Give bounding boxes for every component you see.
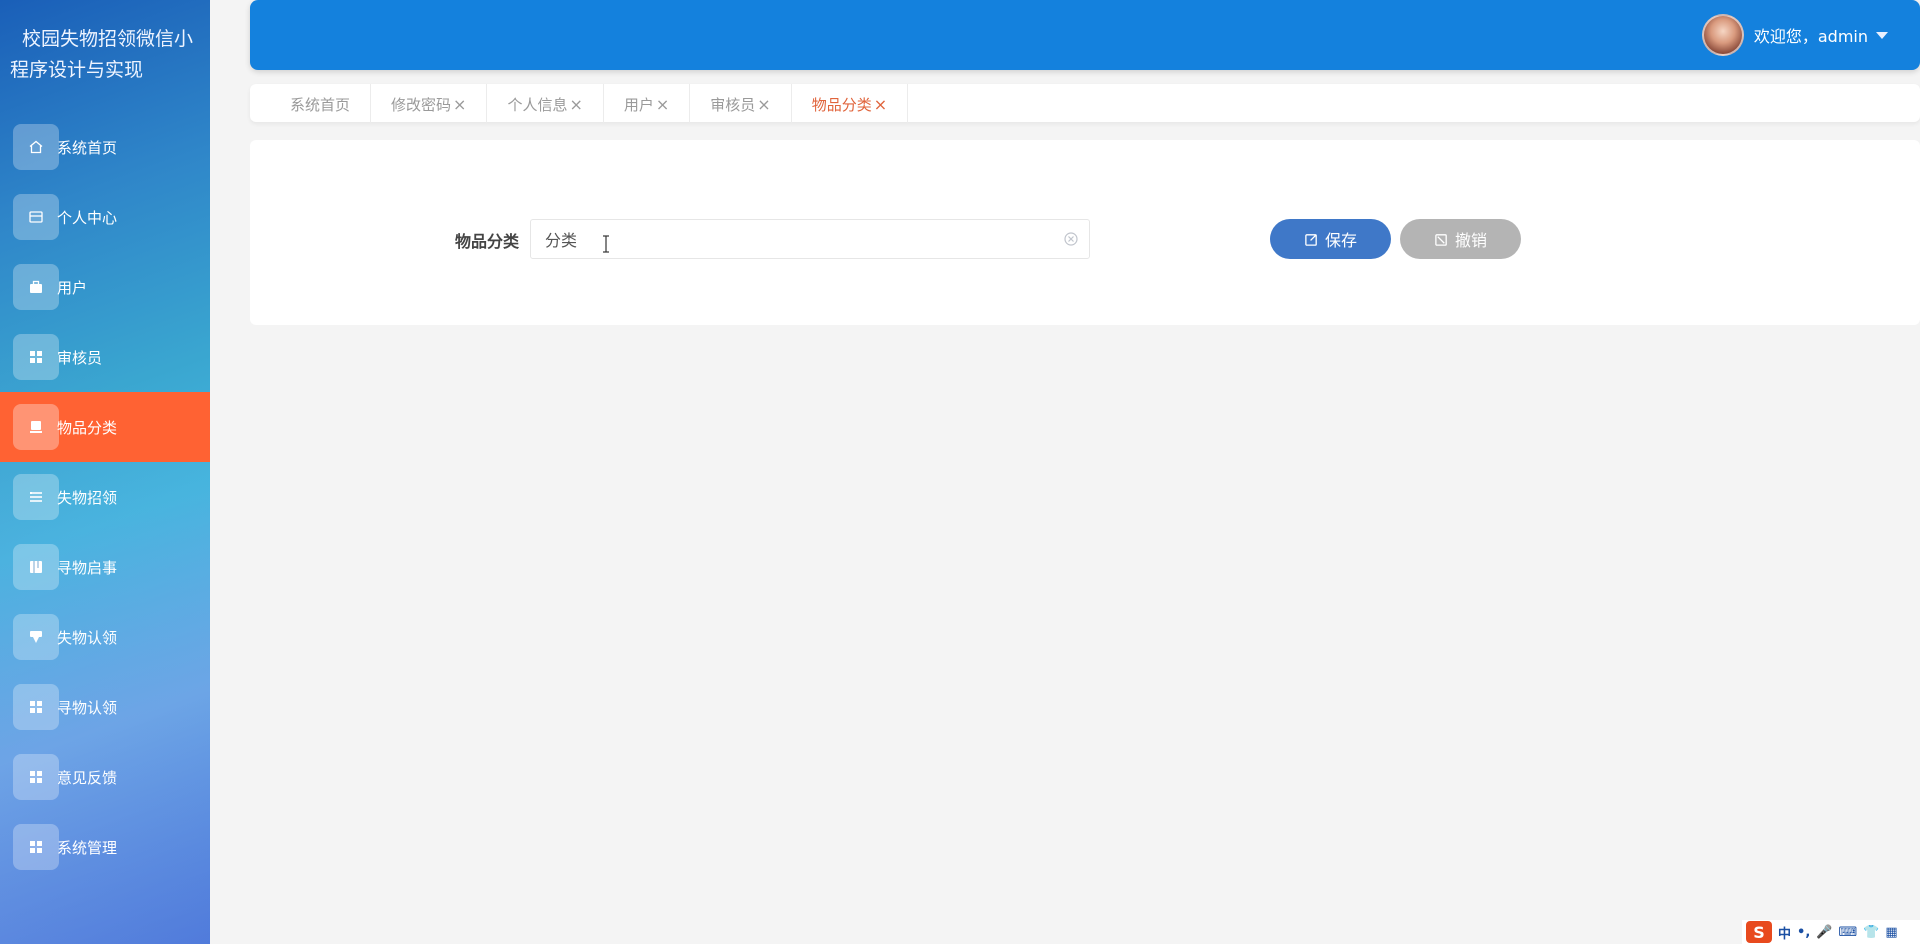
sidebar-item-label: 寻物启事 [57, 558, 118, 577]
grid-icon [13, 334, 59, 380]
sidebar-item-users[interactable]: 用户 [0, 252, 210, 322]
close-icon[interactable]: × [453, 95, 466, 114]
sidebar-item-item-category[interactable]: 物品分类 [0, 392, 210, 462]
tab-label: 用户 [623, 95, 654, 114]
tab-personal-info[interactable]: 个人信息 × [487, 84, 604, 124]
tab-reviewers[interactable]: 审核员 × [690, 84, 792, 124]
sidebar-item-reviewers[interactable]: 审核员 [0, 322, 210, 392]
save-button[interactable]: 保存 [1270, 219, 1391, 259]
tab-item-category[interactable]: 物品分类 × [792, 84, 909, 124]
sogou-logo-icon[interactable]: S [1746, 921, 1772, 943]
tab-bar: 系统首页 修改密码 × 个人信息 × 用户 × 审核员 × 物品分类 × [250, 84, 1920, 124]
welcome-text: 欢迎您，admin [1753, 27, 1868, 46]
sidebar-item-label: 系统首页 [57, 138, 118, 157]
clear-icon[interactable] [1063, 231, 1079, 247]
sidebar-item-feedback[interactable]: 意见反馈 [0, 742, 210, 812]
sidebar-item-label: 系统管理 [57, 838, 118, 857]
close-icon[interactable]: × [656, 95, 669, 114]
text-cursor-icon [603, 235, 609, 253]
tab-change-password[interactable]: 修改密码 × [371, 84, 488, 124]
avatar[interactable] [1701, 14, 1744, 56]
microphone-icon[interactable]: 🎤 [1816, 925, 1832, 940]
sidebar: 校园失物招领微信小程序设计与实现 系统首页 个人中心 用户 审核员 物品分类 失… [0, 0, 210, 944]
list-icon [13, 474, 59, 520]
form-panel: 物品分类 保存 撤销 [250, 140, 1920, 325]
category-input[interactable] [543, 221, 1043, 257]
sidebar-item-label: 意见反馈 [57, 768, 118, 787]
sidebar-menu: 系统首页 个人中心 用户 审核员 物品分类 失物招领 寻物启事 失物认领 寻物认… [0, 112, 210, 882]
category-label: 物品分类 [455, 232, 520, 251]
cancel-button-label: 撤销 [1454, 231, 1487, 250]
grid-icon [13, 754, 59, 800]
skin-icon[interactable]: 👕 [1863, 925, 1879, 940]
sidebar-item-lost-notice[interactable]: 寻物启事 [0, 532, 210, 602]
cancel-button[interactable]: 撤销 [1400, 219, 1521, 259]
ime-toolbar[interactable]: S 中 •, 🎤 ⌨ 👕 ▦ [1742, 920, 1920, 944]
edit-icon [1305, 233, 1317, 246]
sidebar-item-lost-claim[interactable]: 失物认领 [0, 602, 210, 672]
sidebar-item-lost-and-found[interactable]: 失物招领 [0, 462, 210, 532]
tab-label: 系统首页 [290, 95, 351, 114]
save-button-label: 保存 [1324, 231, 1357, 250]
sidebar-item-personal-center[interactable]: 个人中心 [0, 182, 210, 252]
book-icon [13, 544, 59, 590]
briefcase-icon [13, 264, 59, 310]
toolbox-grid-icon[interactable]: ▦ [1885, 925, 1897, 940]
close-icon[interactable]: × [569, 95, 582, 114]
close-icon[interactable]: × [757, 95, 770, 114]
tab-label: 审核员 [710, 95, 756, 114]
sidebar-item-label: 失物认领 [57, 628, 118, 647]
sidebar-item-label: 物品分类 [57, 418, 118, 437]
sidebar-item-system-management[interactable]: 系统管理 [0, 812, 210, 882]
grid-icon [13, 684, 59, 730]
sidebar-item-label: 个人中心 [57, 208, 118, 227]
tab-home[interactable]: 系统首页 [270, 84, 372, 124]
sidebar-item-label: 寻物认领 [57, 698, 118, 717]
tab-label: 物品分类 [811, 95, 872, 114]
card-icon [13, 194, 59, 240]
grid-icon [13, 824, 59, 870]
tab-label: 修改密码 [391, 95, 452, 114]
close-icon[interactable]: × [874, 95, 887, 114]
keyboard-icon[interactable]: ⌨ [1838, 925, 1857, 940]
cancel-edit-icon [1435, 233, 1447, 246]
category-input-wrapper[interactable] [530, 219, 1090, 259]
app-title: 校园失物招领微信小程序设计与实现 [10, 28, 194, 81]
caret-down-icon[interactable] [1876, 31, 1888, 39]
home-icon [13, 124, 59, 170]
sidebar-item-found-claim[interactable]: 寻物认领 [0, 672, 210, 742]
top-header: 欢迎您，admin [250, 0, 1920, 70]
ime-mode[interactable]: 中 [1778, 923, 1791, 942]
sidebar-item-home[interactable]: 系统首页 [0, 112, 210, 182]
sidebar-item-label: 审核员 [57, 348, 103, 367]
sidebar-item-label: 失物招领 [57, 488, 118, 507]
tab-users[interactable]: 用户 × [604, 84, 691, 124]
tray-icon [13, 404, 59, 450]
tab-label: 个人信息 [507, 95, 568, 114]
stamp-icon [13, 614, 59, 660]
punctuation-icon[interactable]: •, [1797, 925, 1810, 940]
sidebar-item-label: 用户 [57, 278, 88, 297]
user-menu[interactable]: 欢迎您，admin [1701, 13, 1888, 57]
